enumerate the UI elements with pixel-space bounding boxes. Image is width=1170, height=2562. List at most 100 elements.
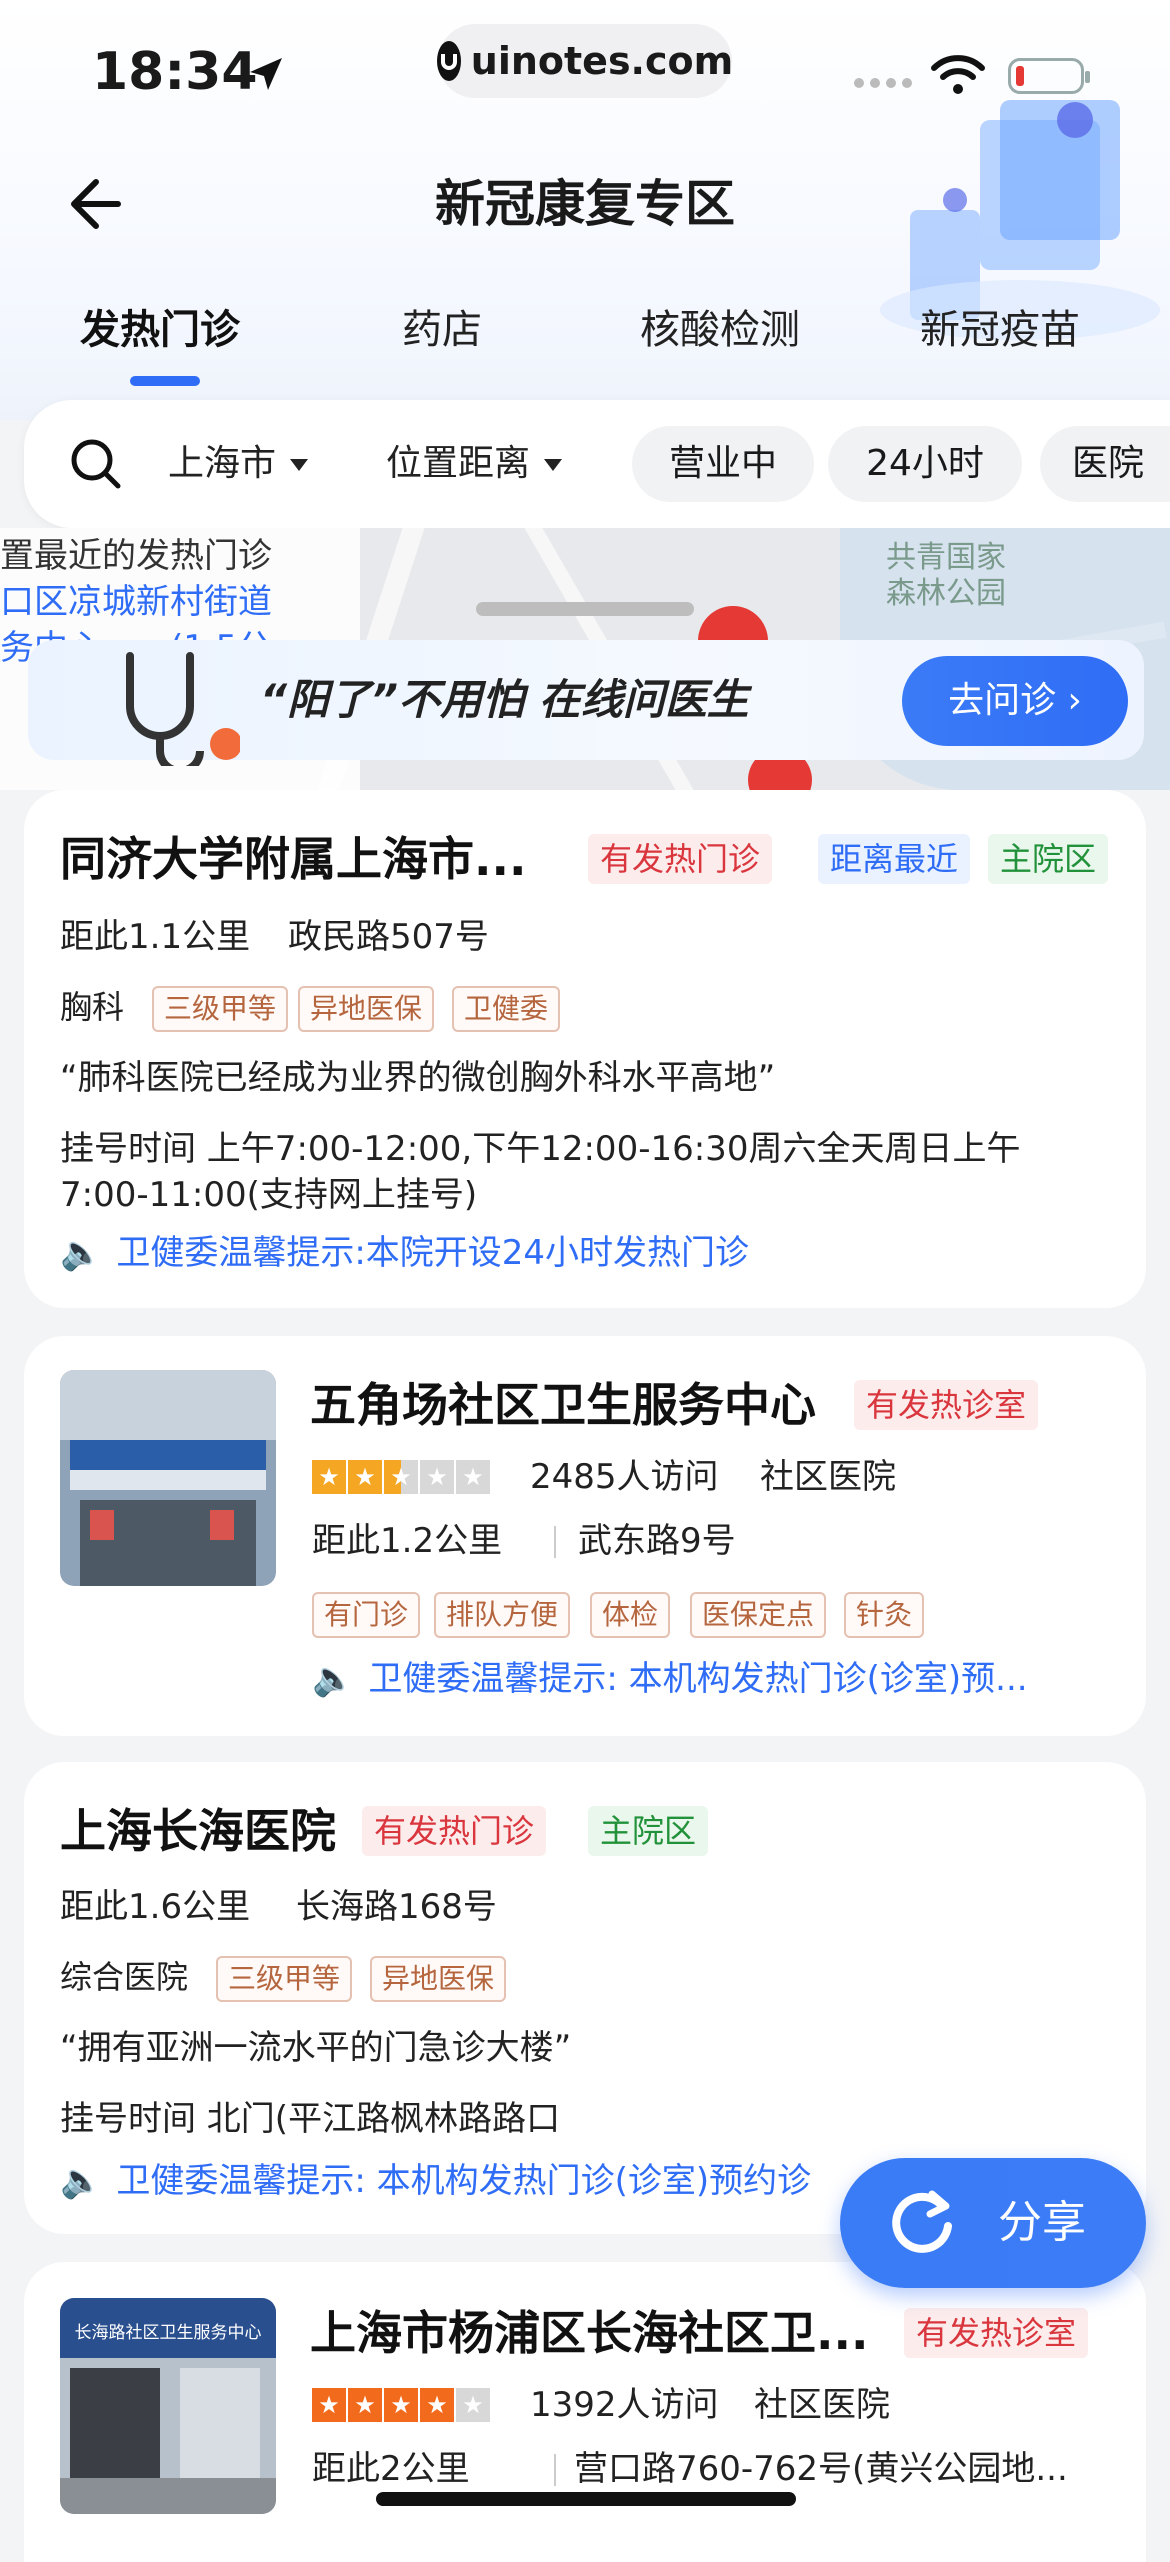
map-label: 森林公园 [886,576,1006,611]
tab-nucleic-test[interactable]: 核酸检测 [640,300,800,360]
star-icon: ★ [456,1460,490,1494]
fever-room-badge: 有发热诊室 [904,2308,1089,2358]
fever-clinic-badge: 有发热门诊 [588,834,773,884]
city-label: 上海市 [168,443,277,484]
star-icon: ★ [384,2388,418,2422]
star-icon: ★ [312,1460,346,1494]
cellular-signal-icon [854,78,912,88]
fever-room-badge: 有发热诊室 [854,1380,1039,1430]
wifi-icon [931,55,985,94]
hospital-tag: 异地医保 [298,986,435,1032]
hospital-tag: 异地医保 [370,1956,507,2002]
address-text: 长海路168号 [296,1887,497,1927]
drag-handle[interactable] [476,602,694,616]
hospital-card[interactable]: 同济大学附属上海市... 有发热门诊 距离最近 主院区 距此1.1公里 政民路5… [24,790,1146,1308]
hospital-name: 上海市杨浦区长海社区卫... [310,2306,869,2360]
facility-type: 社区医院 [754,2385,890,2425]
hospital-quote: “拥有亚洲一流水平的门急诊大楼” [60,2028,572,2068]
map-label: 置最近的发热门诊 [0,536,272,576]
url-pill[interactable]: uinotes.com [436,24,734,98]
distance-text: 距此1.1公里 [60,917,251,957]
hospital-name: 上海长海医院 [60,1804,336,1858]
health-notice[interactable]: 🔈 卫健委温馨提示:本院开设24小时发热门诊 [60,1228,1100,1278]
rating-stars: ★ ★ ★ ★ ★ [312,2388,490,2422]
speaker-icon: 🔈 [60,1233,103,1273]
tab-pharmacy[interactable]: 药店 [402,300,482,360]
rating-stars: ★ ★ ★ ★ ★ [312,1460,490,1494]
hospital-tag: 三级甲等 [216,1956,353,2002]
tab-vaccine[interactable]: 新冠疫苗 [920,300,1080,360]
hospital-card[interactable]: 五角场社区卫生服务中心 有发热诊室 ★ ★ ★ ★ ★ 2485人访问 社区医院… [24,1336,1146,1736]
star-icon: ★ [420,1460,454,1494]
main-campus-badge: 主院区 [988,834,1109,884]
star-icon: ★ [348,1460,382,1494]
share-button[interactable]: 分享 [840,2158,1146,2288]
divider [554,1526,556,1558]
visit-count: 2485人访问 [530,1457,719,1497]
filter-bar: 上海市 位置距离 营业中 24小时 医院 [24,400,1170,528]
star-icon: ★ [420,2388,454,2422]
hospital-card[interactable]: 长海路社区卫生服务中心 上海市杨浦区长海社区卫... 有发热诊室 ★ ★ ★ ★… [24,2262,1146,2562]
url-text: uinotes.com [470,39,734,83]
clinic-tag: 医保定点 [690,1592,827,1638]
chip-hospital[interactable]: 医院 [1040,426,1170,502]
chip-24h[interactable]: 24小时 [828,426,1022,502]
distance-label: 位置距离 [386,443,531,484]
clinic-tag: 排队方便 [434,1592,571,1638]
nearest-badge: 距离最近 [818,834,971,884]
clinic-tag: 有门诊 [312,1592,421,1638]
clinic-tag: 体检 [590,1592,671,1638]
distance-dropdown[interactable]: 位置距离 [386,436,563,492]
address-text: 政民路507号 [288,917,489,957]
stethoscope-icon [126,652,240,766]
hospital-tag: 卫健委 [452,986,561,1032]
distance-text: 距此1.2公里 [312,1521,503,1561]
address-text: 武东路9号 [578,1521,736,1561]
registration-hours: 挂号时间 上午7:00-12:00,下午12:00-16:30周六全天周日上午 [60,1129,1021,1169]
star-icon: ★ [384,1460,418,1494]
chevron-right-icon: › [1067,680,1082,721]
battery-icon [1008,58,1090,94]
status-time: 18:34 [92,42,258,102]
divider [554,2454,556,2486]
clinic-tag: 针灸 [844,1592,925,1638]
share-label: 分享 [998,2197,1086,2248]
visit-count: 1392人访问 [530,2385,719,2425]
health-notice-text: 卫健委温馨提示:本院开设24小时发热门诊 [116,1233,750,1273]
hospital-tag: 三级甲等 [152,986,289,1032]
main-campus-badge: 主院区 [588,1806,709,1856]
fever-clinic-badge: 有发热门诊 [362,1806,547,1856]
active-tab-indicator [130,376,200,386]
city-dropdown[interactable]: 上海市 [168,436,309,492]
hospital-quote: “肺科医院已经成为业界的微创胸外科水平高地” [60,1058,776,1098]
clinic-photo: 长海路社区卫生服务中心 [60,2298,276,2514]
clinic-sign-text: 长海路社区卫生服务中心 [75,2323,262,2343]
clinic-photo [60,1370,276,1586]
star-icon: ★ [312,2388,346,2422]
speaker-icon: 🔈 [312,1659,355,1699]
chip-open-now[interactable]: 营业中 [632,426,814,502]
share-icon [892,2190,952,2253]
health-notice[interactable]: 🔈 卫健委温馨提示: 本机构发热门诊(诊室)预约诊 [60,2156,890,2206]
distance-text: 距此2公里 [312,2449,470,2489]
speaker-icon: 🔈 [60,2161,103,2201]
consult-button[interactable]: 去问诊 › [902,656,1128,746]
category-text: 综合医院 [60,1958,189,1996]
address-text: 营口路760-762号(黄兴公园地... [574,2449,1068,2489]
location-arrow-icon [250,58,282,90]
health-notice-text: 卫健委温馨提示: 本机构发热门诊(诊室)预... [368,1659,1028,1699]
tab-fever-clinic[interactable]: 发热门诊 [80,300,240,360]
map-label: 口区凉城新村街道 [0,582,272,622]
search-icon[interactable] [68,436,124,492]
banner-text: “阳了”不用怕 在线问医生 [260,675,749,724]
site-logo-icon [436,41,461,81]
consult-button-label: 去问诊 [948,680,1057,721]
page-title: 新冠康复专区 [435,175,735,233]
registration-hours-cont: 7:00-11:00(支持网上挂号) [60,1175,478,1215]
health-notice[interactable]: 🔈 卫健委温馨提示: 本机构发热门诊(诊室)预... [312,1654,1122,1704]
online-doctor-banner[interactable]: “阳了”不用怕 在线问医生 去问诊 › [28,640,1144,766]
star-icon: ★ [456,2388,490,2422]
chevron-down-icon [290,459,309,471]
hospital-name: 五角场社区卫生服务中心 [310,1378,816,1432]
home-indicator[interactable] [376,2492,796,2506]
